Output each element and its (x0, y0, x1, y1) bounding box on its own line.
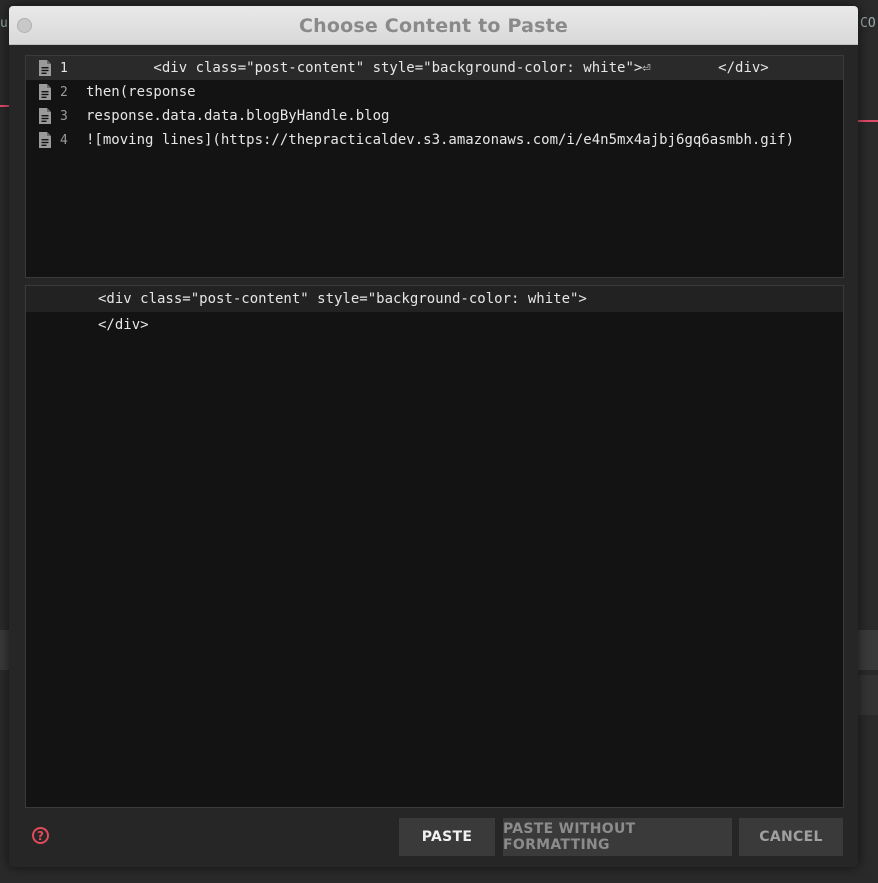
clipboard-item[interactable]: 3 response.data.data.blogByHandle.blog (26, 104, 843, 128)
document-icon (39, 132, 51, 148)
clipboard-item-number: 2 (60, 84, 68, 100)
dialog-titlebar: Choose Content to Paste (9, 6, 858, 45)
paste-without-formatting-label: PASTE WITHOUT FORMATTING (503, 821, 636, 853)
clipboard-item[interactable]: 1 <div class="post-content" style="backg… (26, 56, 843, 80)
dialog-title: Choose Content to Paste (299, 15, 568, 37)
background-accent (858, 120, 878, 122)
document-icon (39, 84, 51, 100)
clipboard-item[interactable]: 2 then(response (26, 80, 843, 104)
clipboard-item-text: response.data.data.blogByHandle.blog (86, 108, 390, 124)
background-bar (858, 630, 878, 670)
background-fragment: CO (860, 16, 876, 31)
preview-line: <div class="post-content" style="backgro… (26, 286, 843, 312)
paste-button-label: PASTE (421, 829, 473, 845)
clipboard-history-list[interactable]: 1 <div class="post-content" style="backg… (25, 55, 844, 278)
background-accent (0, 105, 9, 107)
background-bar (858, 675, 878, 715)
paste-dialog: Choose Content to Paste 1 <div class="po… (9, 6, 858, 867)
background-bar (0, 630, 9, 670)
paste-button[interactable]: PASTE (399, 818, 495, 856)
clipboard-item-text: ![moving lines](https://thepracticaldev.… (86, 132, 795, 148)
clipboard-item-text: <div class="post-content" style="backgro… (86, 60, 769, 76)
preview-line: </div> (98, 317, 149, 333)
clipboard-item-text: then(response (86, 84, 196, 100)
document-icon (39, 60, 51, 76)
cancel-button[interactable]: CANCEL (739, 818, 843, 856)
document-icon (39, 108, 51, 124)
cancel-button-label: CANCEL (759, 829, 823, 845)
clipboard-item-number: 4 (60, 132, 68, 148)
clipboard-item-number: 1 (60, 60, 68, 76)
help-icon[interactable]: ? (32, 827, 49, 844)
clipboard-item[interactable]: 4 ![moving lines](https://thepracticaldev… (26, 128, 843, 152)
paste-without-formatting-button[interactable]: PASTE WITHOUT FORMATTING (503, 818, 732, 856)
paste-preview: <div class="post-content" style="backgro… (25, 285, 844, 808)
clipboard-item-number: 3 (60, 108, 68, 124)
background-fragment: u (0, 16, 8, 31)
